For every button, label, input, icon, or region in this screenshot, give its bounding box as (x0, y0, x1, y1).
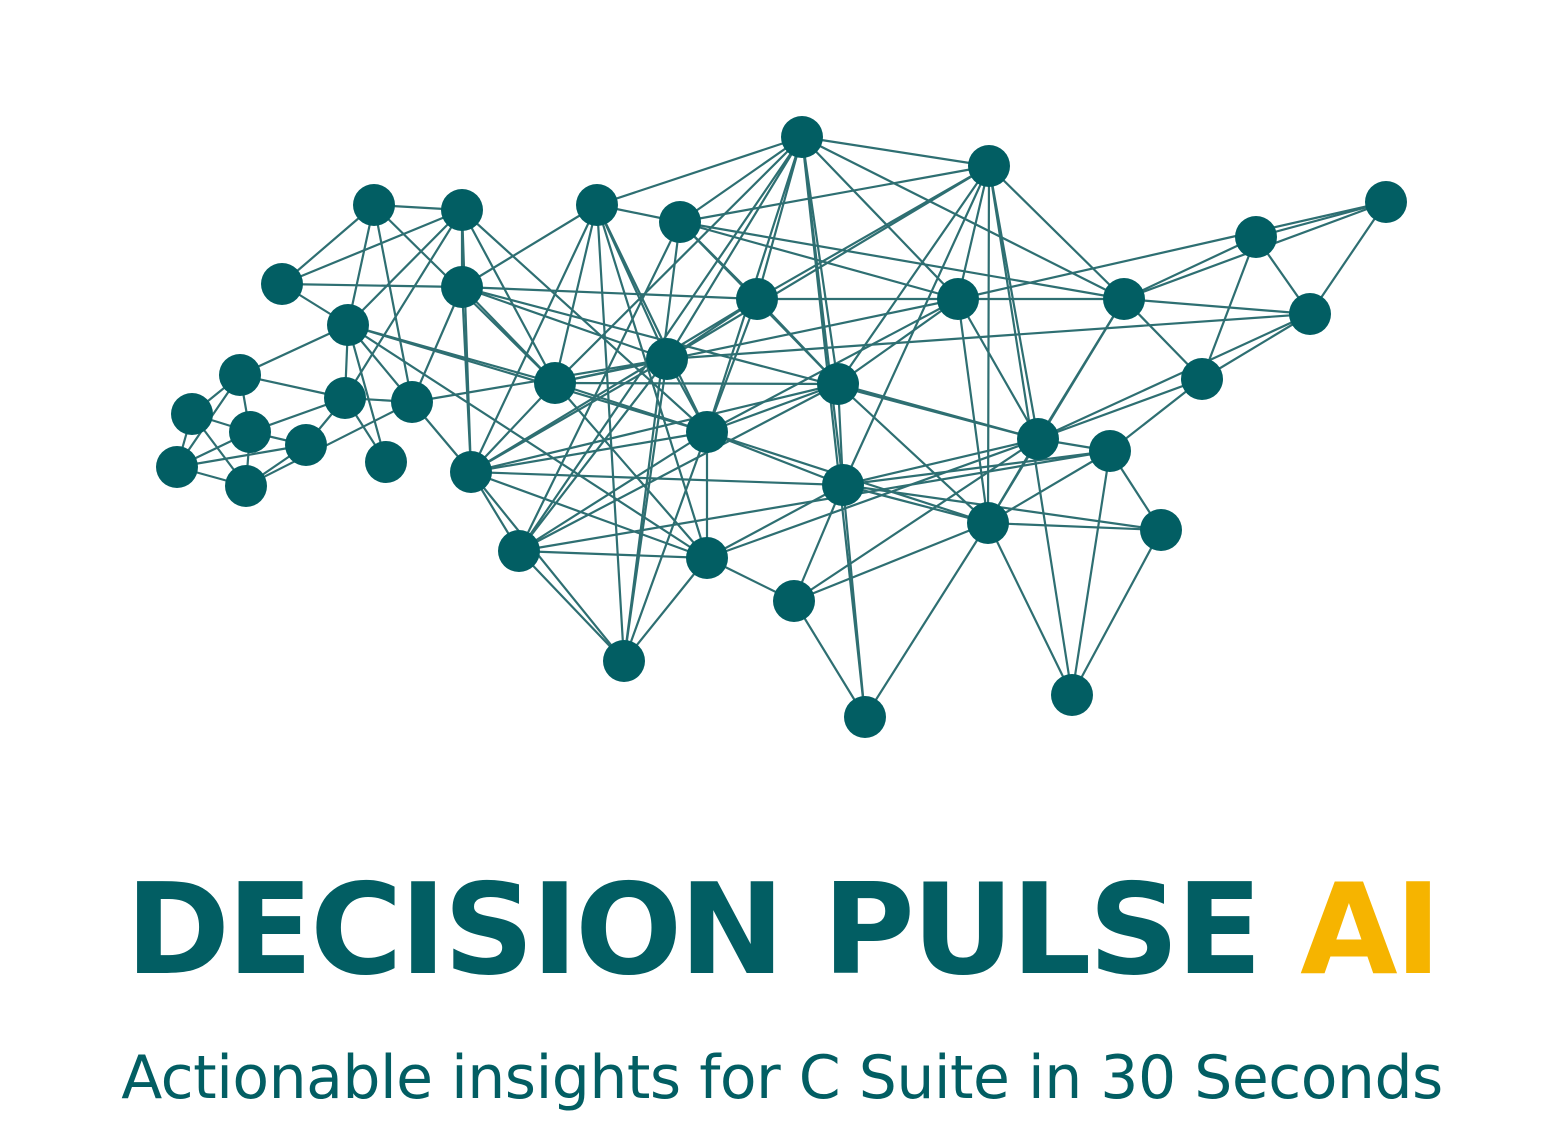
network-node (327, 304, 369, 346)
network-node (1051, 674, 1093, 716)
network-edge (841, 483, 867, 719)
brand-title: DECISION PULSE AI (0, 855, 1564, 1005)
network-node (686, 537, 728, 579)
network-edge (705, 483, 845, 560)
network-node (156, 446, 198, 488)
network-edge (553, 381, 840, 386)
network-edge (595, 135, 804, 207)
brand-title-main: DECISION PULSE (125, 856, 1301, 1003)
network-node (773, 580, 815, 622)
network-node (441, 266, 483, 308)
network-edge (678, 135, 804, 224)
network-edge (595, 203, 709, 560)
network-node (365, 441, 407, 483)
network-edge (469, 382, 840, 474)
network-node (844, 696, 886, 738)
network-node (324, 377, 366, 419)
network-node (534, 362, 576, 404)
network-node (353, 184, 395, 226)
network-edge (517, 549, 626, 663)
network-node (229, 411, 271, 453)
network-edge (956, 200, 1388, 301)
network-node (225, 465, 267, 507)
logo-page: DECISION PULSE AI Actionable insights fo… (0, 0, 1564, 1132)
network-node (576, 184, 618, 226)
network-node (171, 393, 213, 435)
network-node (736, 278, 778, 320)
network-node (646, 338, 688, 380)
network-node (450, 451, 492, 493)
network-node (1140, 509, 1182, 551)
network-edge (1036, 312, 1312, 441)
network-edge (343, 208, 464, 400)
network-edge (280, 282, 464, 289)
network-edge (553, 203, 599, 385)
network-node (1365, 181, 1407, 223)
network-node (603, 640, 645, 682)
network-node (686, 411, 728, 453)
network-node (219, 354, 261, 396)
network-edge (469, 470, 845, 487)
network-edge (863, 521, 990, 719)
network-graph-icon (156, 116, 1407, 738)
network-node (1103, 278, 1145, 320)
network-edge (346, 208, 464, 327)
network-node (781, 116, 823, 158)
network-node (1181, 358, 1223, 400)
network-node (391, 381, 433, 423)
network-edge (372, 203, 414, 404)
network-edge (1036, 377, 1204, 441)
network-edge (705, 430, 845, 487)
network-node (1235, 216, 1277, 258)
network-node (822, 464, 864, 506)
network-node (261, 263, 303, 305)
network-node (1089, 430, 1131, 472)
network-edge (841, 164, 991, 487)
network-node (441, 189, 483, 231)
network-node (498, 530, 540, 572)
network-node (937, 278, 979, 320)
network-edge (986, 164, 991, 525)
network-node (817, 363, 859, 405)
network-node (285, 424, 327, 466)
network-node (1289, 293, 1331, 335)
brand-tagline: Actionable insights for C Suite in 30 Se… (121, 1043, 1443, 1113)
network-edge (800, 135, 960, 301)
network-node (968, 145, 1010, 187)
network-edges (175, 135, 1388, 719)
network-node (1017, 418, 1059, 460)
network-edge (1122, 297, 1312, 316)
brand-title-accent: AI (1300, 856, 1441, 1003)
network-node (659, 201, 701, 243)
network-node (967, 502, 1009, 544)
network-edge (517, 549, 709, 560)
